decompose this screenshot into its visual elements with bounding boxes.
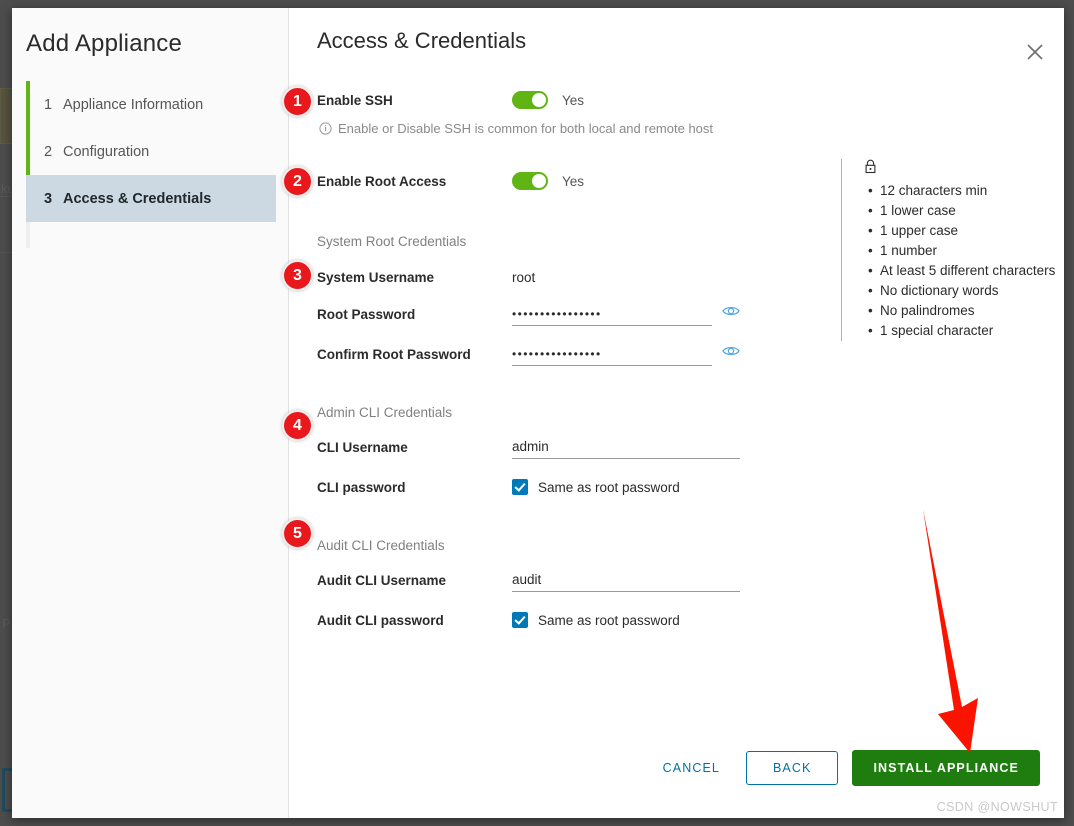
confirm-root-password-row: Confirm Root Password •••••••••••••••• (317, 340, 857, 368)
step-number: 3 (44, 190, 53, 207)
confirm-root-password-value: •••••••••••••••• (512, 346, 602, 361)
requirement-item: 1 lower case (868, 201, 1056, 221)
dialog-footer: CANCEL BACK INSTALL APPLIANCE (649, 750, 1040, 786)
enable-ssh-toggle[interactable] (512, 91, 548, 109)
enable-ssh-state: Yes (562, 92, 585, 108)
enable-root-access-label: Enable Root Access (317, 173, 447, 189)
root-password-value: •••••••••••••••• (512, 306, 602, 321)
install-appliance-button[interactable]: INSTALL APPLIANCE (852, 750, 1040, 786)
eye-icon[interactable] (722, 304, 740, 322)
sidebar-item-appliance-information[interactable]: 1 Appliance Information (26, 81, 276, 128)
audit-same-as-root-checkbox[interactable]: Same as root password (512, 612, 680, 628)
wizard-content: Access & Credentials Enable SSH Yes Enab… (289, 8, 1064, 818)
checkbox-box (512, 612, 528, 628)
annotation-badge-1: 1 (282, 86, 313, 117)
requirement-item: 1 upper case (868, 221, 1056, 241)
enable-ssh-hint-text: Enable or Disable SSH is common for both… (338, 121, 714, 136)
step-label: Appliance Information (63, 96, 204, 113)
system-username-row: System Username root (317, 263, 857, 291)
enable-ssh-hint: Enable or Disable SSH is common for both… (319, 121, 857, 136)
audit-same-as-root-label: Same as root password (538, 612, 680, 628)
audit-cli-username-value: audit (512, 572, 542, 587)
root-password-label: Root Password (317, 306, 416, 322)
sidebar-item-access-credentials[interactable]: 3 Access & Credentials (26, 175, 276, 222)
cli-username-row: CLI Username admin (317, 433, 857, 461)
watermark: CSDN @NOWSHUT (936, 800, 1058, 814)
enable-ssh-label: Enable SSH (317, 92, 393, 108)
cli-password-row: CLI password Same as root password (317, 473, 857, 501)
requirement-item: At least 5 different characters (868, 261, 1056, 281)
background-text: P (2, 616, 11, 631)
audit-cli-username-label: Audit CLI Username (317, 572, 447, 588)
requirement-item: 1 number (868, 241, 1056, 261)
root-password-row: Root Password •••••••••••••••• (317, 300, 857, 328)
cli-username-label: CLI Username (317, 439, 408, 455)
dialog-title: Add Appliance (26, 30, 183, 57)
step-label: Access & Credentials (63, 190, 212, 207)
audit-cli-password-row: Audit CLI password Same as root password (317, 606, 857, 634)
step-label: Configuration (63, 143, 150, 160)
requirement-item: No palindromes (868, 301, 1056, 321)
eye-icon[interactable] (722, 344, 740, 362)
screen: ku P Add Appliance 1 Appliance Informati… (0, 0, 1074, 826)
enable-ssh-row: Enable SSH Yes (317, 86, 857, 114)
system-username-value: root (512, 269, 536, 285)
password-requirements-panel: 12 characters min 1 lower case 1 upper c… (841, 159, 1056, 341)
toggle-knob (532, 93, 546, 107)
step-number: 1 (44, 96, 53, 113)
cancel-button[interactable]: CANCEL (649, 752, 734, 784)
wizard-sidebar: Add Appliance 1 Appliance Information 2 … (12, 8, 289, 818)
annotation-badge-4: 4 (282, 410, 313, 441)
wizard-steps: 1 Appliance Information 2 Configuration … (26, 81, 276, 248)
back-button[interactable]: BACK (745, 751, 839, 785)
confirm-root-password-input[interactable]: •••••••••••••••• (512, 342, 740, 366)
cli-same-as-root-label: Same as root password (538, 479, 680, 495)
audit-cli-username-input[interactable]: audit (512, 568, 740, 592)
credentials-form: Enable SSH Yes Enable or Disable SSH is … (317, 86, 857, 634)
page-title: Access & Credentials (317, 28, 527, 53)
requirement-item: 1 special character (868, 321, 1056, 341)
admin-cli-credentials-header: Admin CLI Credentials (317, 398, 857, 426)
annotation-badge-3: 3 (282, 260, 313, 291)
cli-username-value: admin (512, 439, 549, 454)
add-appliance-dialog: Add Appliance 1 Appliance Information 2 … (12, 8, 1064, 818)
audit-cli-password-label: Audit CLI password (317, 612, 444, 628)
cli-username-input[interactable]: admin (512, 435, 740, 459)
annotation-badge-2: 2 (282, 166, 313, 197)
system-root-credentials-header: System Root Credentials (317, 227, 857, 255)
audit-cli-credentials-header: Audit CLI Credentials (317, 531, 857, 559)
checkbox-box (512, 479, 528, 495)
audit-cli-username-row: Audit CLI Username audit (317, 566, 857, 594)
cli-same-as-root-checkbox[interactable]: Same as root password (512, 479, 680, 495)
lock-icon (864, 159, 1056, 179)
cli-password-label: CLI password (317, 479, 406, 495)
close-icon[interactable] (1024, 41, 1046, 63)
root-password-input[interactable]: •••••••••••••••• (512, 302, 740, 326)
password-requirements-list: 12 characters min 1 lower case 1 upper c… (864, 181, 1056, 341)
section-title: Audit CLI Credentials (317, 537, 445, 553)
requirement-item: No dictionary words (868, 281, 1056, 301)
annotation-badge-5: 5 (282, 518, 313, 549)
section-title: System Root Credentials (317, 233, 467, 249)
enable-root-access-state: Yes (562, 173, 585, 189)
enable-root-access-toggle[interactable] (512, 172, 548, 190)
system-username-label: System Username (317, 269, 435, 285)
sidebar-item-configuration[interactable]: 2 Configuration (26, 128, 276, 175)
step-number: 2 (44, 143, 53, 160)
enable-root-access-row: Enable Root Access Yes (317, 167, 857, 195)
requirement-item: 12 characters min (868, 181, 1056, 201)
toggle-knob (532, 174, 546, 188)
section-title: Admin CLI Credentials (317, 404, 453, 420)
confirm-root-password-label: Confirm Root Password (317, 346, 471, 362)
info-icon (319, 122, 332, 135)
